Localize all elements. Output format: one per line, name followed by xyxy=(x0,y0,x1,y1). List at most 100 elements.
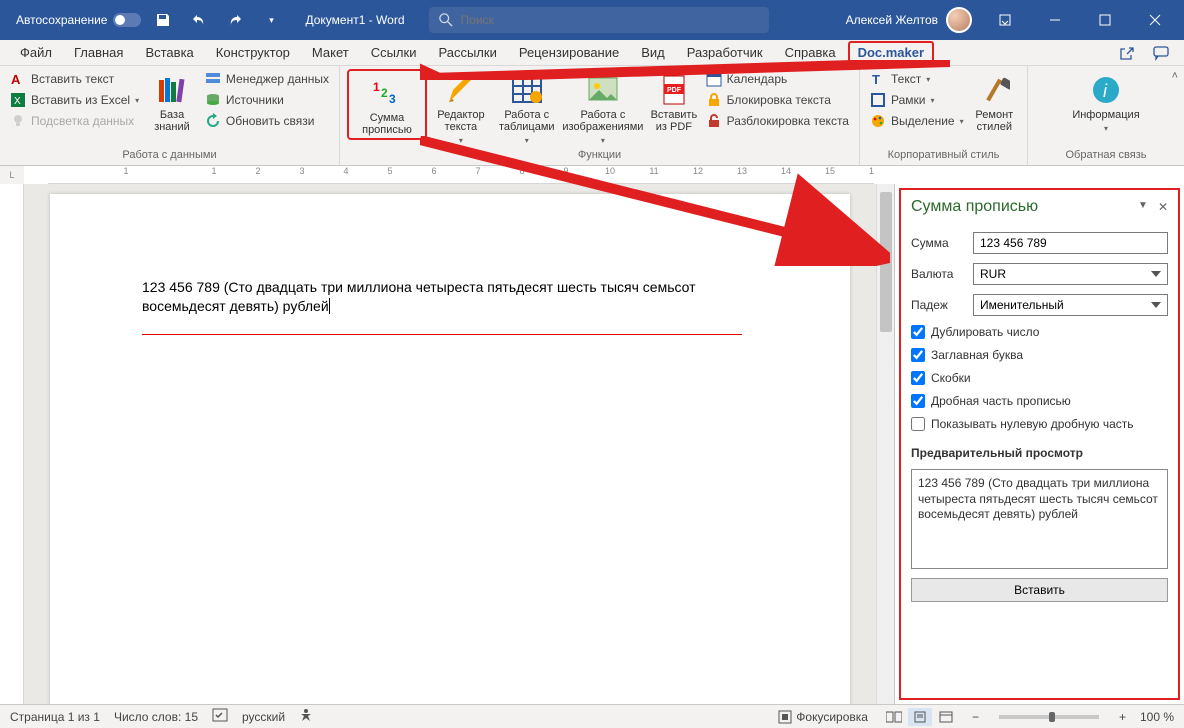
panel-menu-button[interactable]: ▼ xyxy=(1138,200,1148,214)
tab-references[interactable]: Ссылки xyxy=(361,41,427,64)
ruler-corner: L xyxy=(0,166,24,184)
tab-review[interactable]: Рецензирование xyxy=(509,41,629,64)
status-bar: Страница 1 из 1 Число слов: 15 русский Ф… xyxy=(0,704,1184,728)
sum-input[interactable] xyxy=(973,232,1168,254)
corp-highlight-button[interactable]: Выделение ▾ xyxy=(868,112,966,130)
tables-button[interactable]: Работа с таблицами▾ xyxy=(496,70,558,145)
tab-design[interactable]: Конструктор xyxy=(206,41,300,64)
group-label-feedback: Обратная связь xyxy=(1036,149,1176,163)
pdf-button[interactable]: PDF Вставить из PDF xyxy=(648,70,700,133)
zoom-out-button[interactable]: − xyxy=(972,710,979,724)
info-button[interactable]: i Информация▾ xyxy=(1070,70,1142,133)
chk-capital[interactable]: Заглавная буква xyxy=(911,348,1168,362)
maximize-button[interactable] xyxy=(1082,0,1128,40)
tab-insert[interactable]: Вставка xyxy=(135,41,203,64)
repair-styles-button[interactable]: Ремонт стилей xyxy=(970,70,1019,133)
pencil-icon xyxy=(445,74,477,106)
accessibility-icon[interactable] xyxy=(299,708,313,725)
qat-dropdown[interactable]: ▾ xyxy=(257,6,285,34)
search-box[interactable] xyxy=(429,7,769,33)
view-print[interactable] xyxy=(908,708,932,726)
svg-text:1: 1 xyxy=(373,80,380,94)
status-words[interactable]: Число слов: 15 xyxy=(114,710,198,724)
sum-words-button[interactable]: 123 Сумма прописью xyxy=(351,73,423,136)
corp-frames-button[interactable]: Рамки ▾ xyxy=(868,91,966,109)
ruler-vertical[interactable] xyxy=(0,184,24,704)
chk-duplicate[interactable]: Дублировать число xyxy=(911,325,1168,339)
close-button[interactable] xyxy=(1132,0,1178,40)
status-page[interactable]: Страница 1 из 1 xyxy=(10,710,100,724)
panel-title: Сумма прописью xyxy=(911,198,1038,216)
document-text[interactable]: 123 456 789 (Сто двадцать три миллиона ч… xyxy=(142,278,758,316)
bulb-icon xyxy=(10,113,26,129)
tab-mailings[interactable]: Рассылки xyxy=(428,41,506,64)
svg-text:2: 2 xyxy=(381,86,388,100)
scroll-thumb[interactable] xyxy=(880,192,892,332)
case-select[interactable]: Именительный xyxy=(973,294,1168,316)
tab-file[interactable]: Файл xyxy=(10,41,62,64)
group-label-data: Работа с данными xyxy=(8,149,331,163)
document-viewport[interactable]: 123 456 789 (Сто двадцать три миллиона ч… xyxy=(24,184,876,704)
info-icon: i xyxy=(1090,74,1122,106)
title-bar: Автосохранение ▾ Документ1 - Word Алексе… xyxy=(0,0,1184,40)
tab-home[interactable]: Главная xyxy=(64,41,133,64)
unlock-text-button[interactable]: Разблокировка текста xyxy=(704,112,851,130)
view-read[interactable] xyxy=(882,708,906,726)
currency-select[interactable]: RUR xyxy=(973,263,1168,285)
group-label-functions: Функции xyxy=(348,149,851,163)
zoom-in-button[interactable]: + xyxy=(1119,710,1126,724)
text-editor-button[interactable]: Редактор текста▾ xyxy=(430,70,492,145)
frame-icon xyxy=(870,92,886,108)
ribbon: AВставить текст XВставить из Excel ▾ Под… xyxy=(0,66,1184,166)
toggle-icon xyxy=(113,13,141,27)
chk-fraction[interactable]: Дробная часть прописью xyxy=(911,394,1168,408)
insert-excel-button[interactable]: XВставить из Excel ▾ xyxy=(8,91,141,109)
pdf-icon: PDF xyxy=(658,74,690,106)
lock-text-button[interactable]: Блокировка текста xyxy=(704,91,851,109)
svg-text:A: A xyxy=(11,72,21,87)
tab-view[interactable]: Вид xyxy=(631,41,675,64)
minimize-button[interactable] xyxy=(1032,0,1078,40)
document-title: Документ1 - Word xyxy=(305,13,404,27)
ruler-horizontal[interactable]: 11234567891011121314151617 xyxy=(48,166,874,184)
tab-docmaker[interactable]: Doc.maker xyxy=(848,41,934,64)
ribbon-options-button[interactable] xyxy=(982,0,1028,40)
redo-button[interactable] xyxy=(221,6,249,34)
sources-button[interactable]: Источники xyxy=(203,91,331,109)
zoom-slider[interactable] xyxy=(999,715,1099,719)
tab-help[interactable]: Справка xyxy=(775,41,846,64)
tab-layout[interactable]: Макет xyxy=(302,41,359,64)
highlight-data-button[interactable]: Подсветка данных xyxy=(8,112,141,130)
share-button[interactable] xyxy=(1114,43,1140,63)
calendar-button[interactable]: Календарь xyxy=(704,70,851,88)
sum-label: Сумма xyxy=(911,236,965,250)
preview-label: Предварительный просмотр xyxy=(911,446,1168,460)
chk-brackets[interactable]: Скобки xyxy=(911,371,1168,385)
status-lang[interactable]: русский xyxy=(242,710,285,724)
search-input[interactable] xyxy=(461,13,759,27)
view-web[interactable] xyxy=(934,708,958,726)
undo-button[interactable] xyxy=(185,6,213,34)
insert-button[interactable]: Вставить xyxy=(911,578,1168,602)
scrollbar-vertical[interactable] xyxy=(876,184,894,704)
insert-text-button[interactable]: AВставить текст xyxy=(8,70,141,88)
refresh-links-button[interactable]: Обновить связи xyxy=(203,112,331,130)
panel-close-button[interactable]: ✕ xyxy=(1158,200,1168,214)
zoom-value[interactable]: 100 % xyxy=(1140,710,1174,724)
tab-developer[interactable]: Разработчик xyxy=(677,41,773,64)
knowledge-base-button[interactable]: База знаний xyxy=(145,70,199,133)
books-icon xyxy=(156,74,188,106)
comments-button[interactable] xyxy=(1148,43,1174,63)
page[interactable]: 123 456 789 (Сто двадцать три миллиона ч… xyxy=(50,194,850,704)
data-manager-button[interactable]: Менеджер данных xyxy=(203,70,331,88)
chk-show-zero[interactable]: Показывать нулевую дробную часть xyxy=(911,417,1168,431)
avatar xyxy=(946,7,972,33)
collapse-ribbon-button[interactable]: ˄ xyxy=(1172,70,1178,82)
focus-icon[interactable]: Фокусировка xyxy=(778,710,868,724)
spellcheck-icon[interactable] xyxy=(212,708,228,725)
autosave-toggle[interactable]: Автосохранение xyxy=(16,13,141,27)
corp-text-button[interactable]: TТекст ▾ xyxy=(868,70,966,88)
user-account[interactable]: Алексей Желтов xyxy=(846,7,972,33)
images-button[interactable]: Работа с изображениями▾ xyxy=(562,70,644,145)
save-button[interactable] xyxy=(149,6,177,34)
